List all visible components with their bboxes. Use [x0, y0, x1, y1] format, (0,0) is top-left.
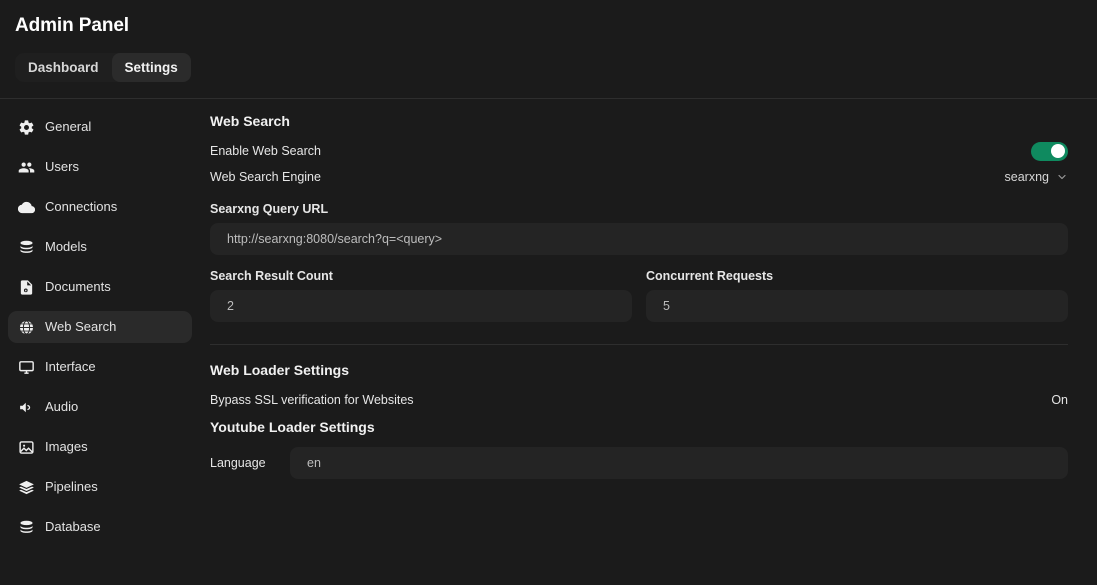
searxng-query-url-label: Searxng Query URL [210, 202, 1068, 216]
searxng-query-url-input[interactable] [210, 223, 1068, 255]
settings-panel: Web Search Enable Web Search Web Search … [200, 99, 1097, 585]
youtube-loader-section-title: Youtube Loader Settings [210, 419, 1068, 435]
sidebar-item-connections[interactable]: Connections [8, 191, 192, 223]
search-result-count-field: Search Result Count [210, 269, 632, 322]
sidebar-item-web-search[interactable]: Web Search [8, 311, 192, 343]
document-icon [18, 279, 35, 296]
tab-settings[interactable]: Settings [112, 53, 191, 82]
bypass-ssl-row: Bypass SSL verification for Websites On [210, 387, 1068, 413]
stack-icon [18, 239, 35, 256]
users-icon [18, 159, 35, 176]
tabbar: Dashboard Settings [15, 53, 191, 82]
section-divider [210, 344, 1068, 345]
bypass-ssl-label: Bypass SSL verification for Websites [210, 393, 414, 407]
sidebar-item-documents[interactable]: Documents [8, 271, 192, 303]
enable-web-search-row: Enable Web Search [210, 138, 1068, 164]
concurrent-requests-label: Concurrent Requests [646, 269, 1068, 283]
sidebar-item-pipelines[interactable]: Pipelines [8, 471, 192, 503]
sidebar-item-label: Images [45, 440, 88, 454]
enable-web-search-label: Enable Web Search [210, 144, 321, 158]
database-icon [18, 519, 35, 536]
sidebar-item-general[interactable]: General [8, 111, 192, 143]
web-loader-section-title: Web Loader Settings [210, 362, 1068, 378]
sidebar-item-label: General [45, 120, 91, 134]
sidebar-item-label: Pipelines [45, 480, 98, 494]
sidebar-item-models[interactable]: Models [8, 231, 192, 263]
body: General Users Connections Models [0, 99, 1097, 585]
sidebar-item-label: Audio [45, 400, 78, 414]
tab-dashboard[interactable]: Dashboard [15, 53, 112, 82]
sidebar-item-label: Connections [45, 200, 117, 214]
globe-icon [18, 319, 35, 336]
web-search-engine-label: Web Search Engine [210, 170, 321, 184]
sidebar-item-label: Users [45, 160, 79, 174]
sidebar-item-images[interactable]: Images [8, 431, 192, 463]
gear-icon [18, 119, 35, 136]
page-title: Admin Panel [15, 15, 129, 37]
sidebar-item-label: Interface [45, 360, 96, 374]
sidebar-item-label: Models [45, 240, 87, 254]
web-search-engine-value: searxng [1005, 170, 1049, 184]
search-result-count-input[interactable] [210, 290, 632, 322]
enable-web-search-toggle[interactable] [1031, 142, 1068, 161]
sidebar-item-label: Web Search [45, 320, 116, 334]
sidebar-item-interface[interactable]: Interface [8, 351, 192, 383]
web-search-engine-select[interactable]: searxng [1005, 170, 1068, 184]
speaker-icon [18, 399, 35, 416]
concurrent-requests-field: Concurrent Requests [646, 269, 1068, 322]
layers-icon [18, 479, 35, 496]
sidebar-item-label: Documents [45, 280, 111, 294]
youtube-language-field: Language [210, 447, 1068, 479]
header: Admin Panel Dashboard Settings [0, 0, 1097, 99]
concurrent-requests-input[interactable] [646, 290, 1068, 322]
sidebar-item-database[interactable]: Database [8, 511, 192, 543]
search-result-count-label: Search Result Count [210, 269, 632, 283]
sidebar-item-users[interactable]: Users [8, 151, 192, 183]
youtube-language-input[interactable] [290, 447, 1068, 479]
sidebar-item-audio[interactable]: Audio [8, 391, 192, 423]
sidebar-item-label: Database [45, 520, 101, 534]
web-search-engine-row: Web Search Engine searxng [210, 164, 1068, 190]
chevron-down-icon [1056, 171, 1068, 183]
image-icon [18, 439, 35, 456]
bypass-ssl-toggle-value[interactable]: On [1051, 393, 1068, 407]
youtube-language-label: Language [210, 456, 290, 470]
monitor-icon [18, 359, 35, 376]
settings-sidebar: General Users Connections Models [0, 99, 200, 585]
cloud-icon [18, 199, 35, 216]
searxng-query-url-field: Searxng Query URL [210, 202, 1068, 255]
counts-row: Search Result Count Concurrent Requests [210, 269, 1068, 322]
admin-panel-window: Admin Panel Dashboard Settings General U… [0, 0, 1097, 585]
web-search-section-title: Web Search [210, 113, 1068, 129]
toggle-knob [1051, 144, 1065, 158]
